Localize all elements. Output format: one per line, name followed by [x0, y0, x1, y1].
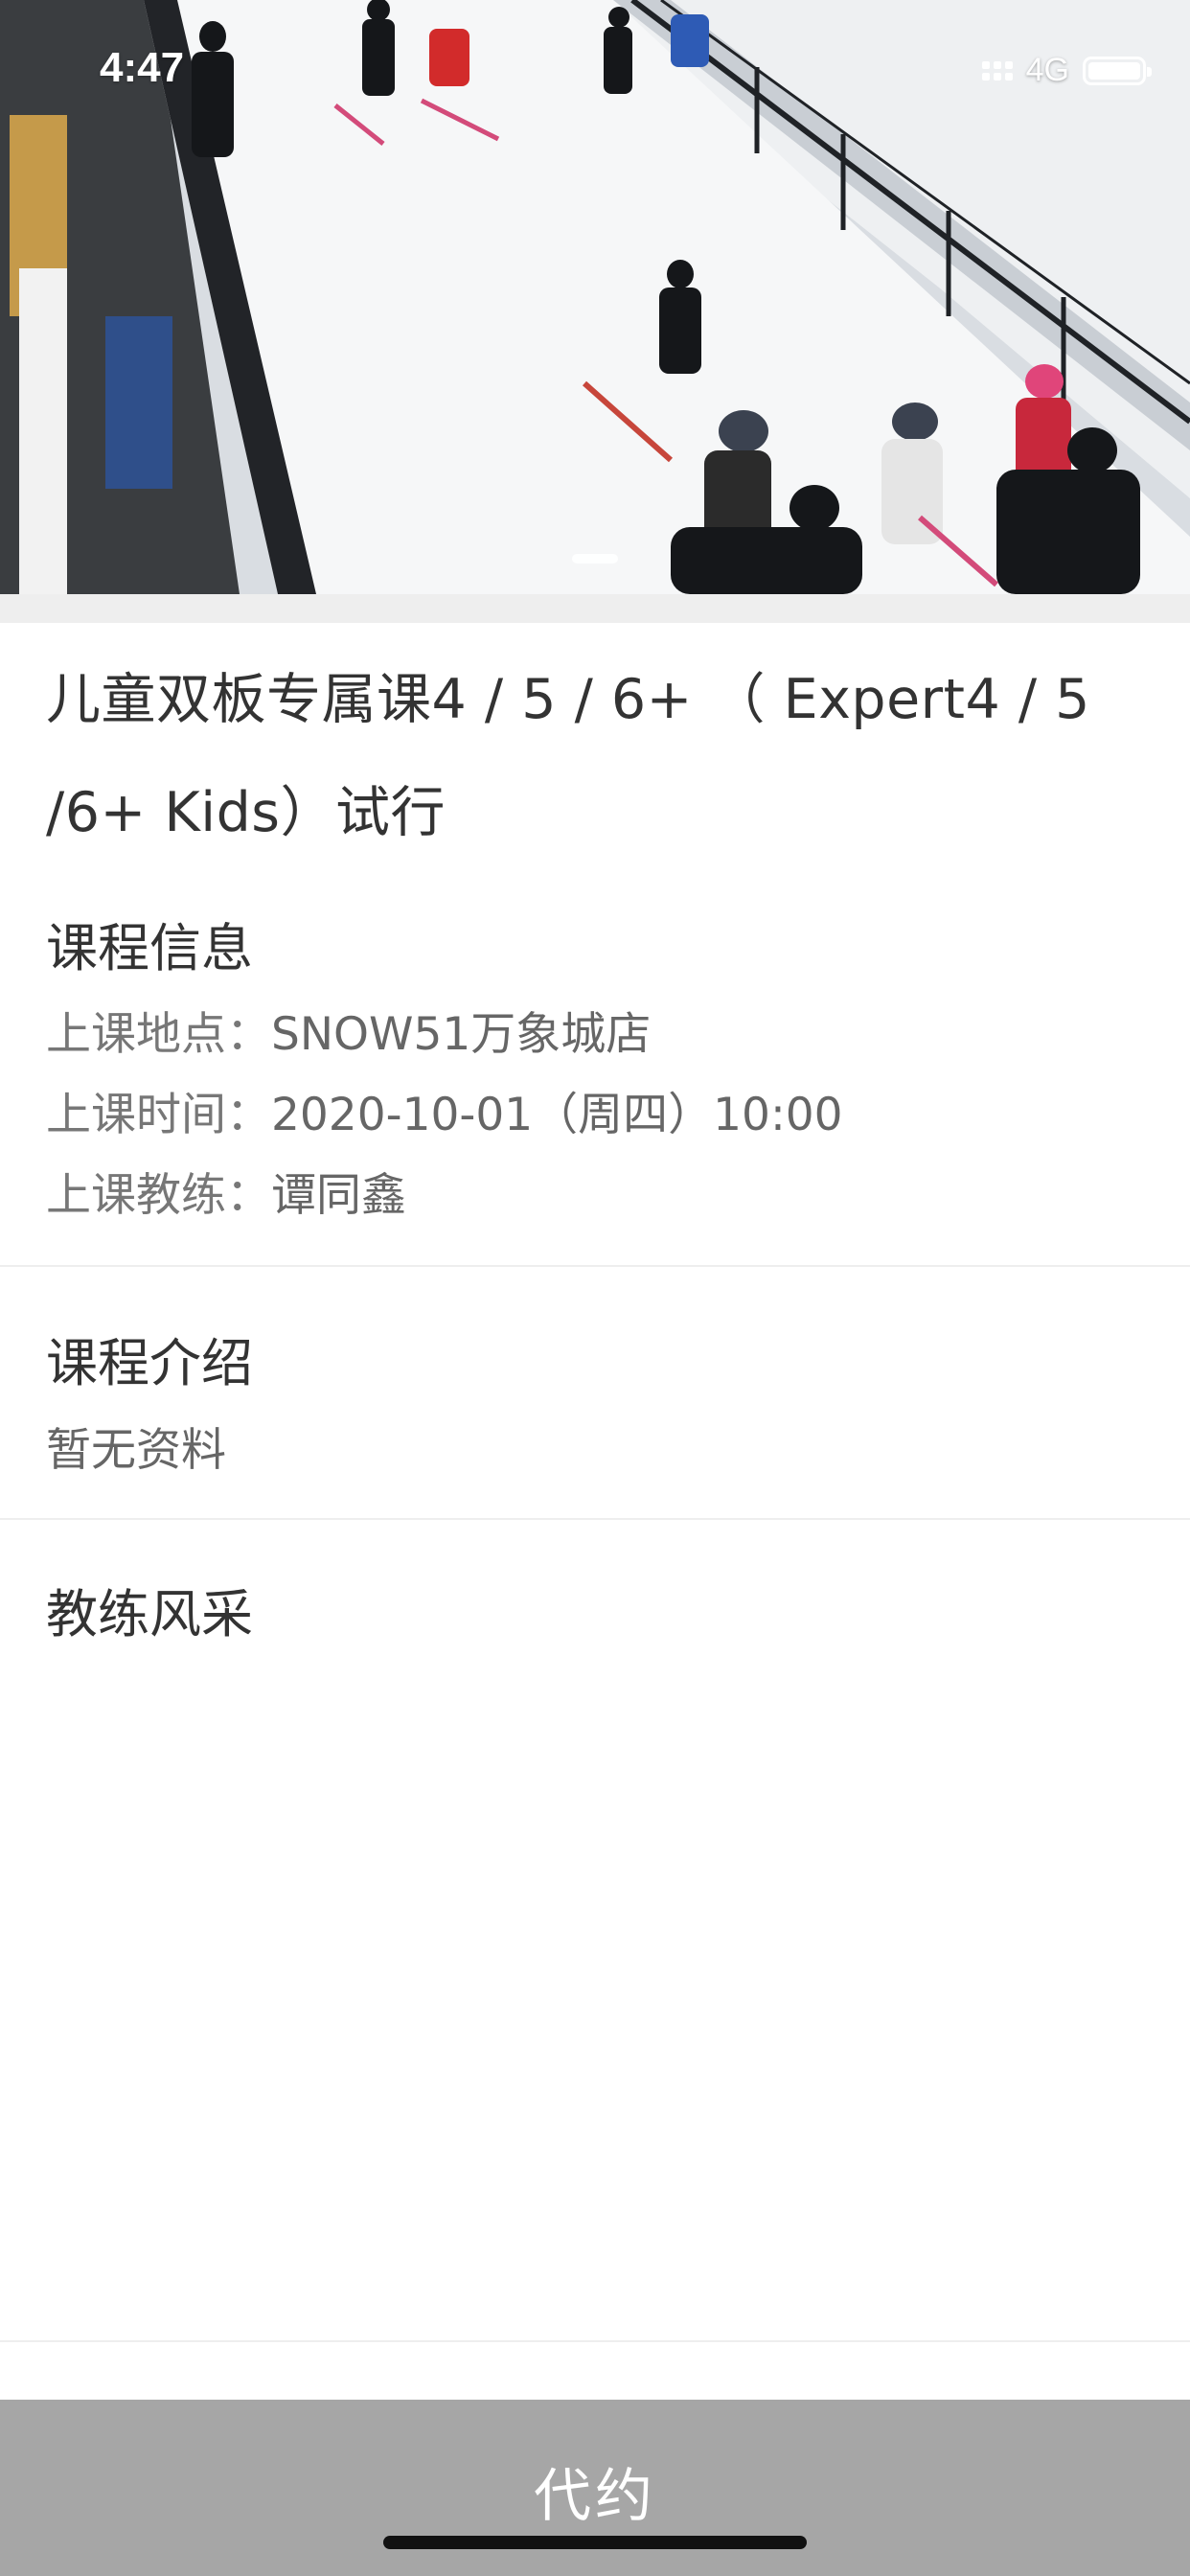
course-title: 儿童双板专属课4 / 5 / 6+ （ Expert4 / 5 /6+ Kids… — [46, 668, 1090, 844]
divider — [0, 2340, 1190, 2342]
coach-value: 谭同鑫 — [271, 1169, 406, 1222]
book-on-behalf-button[interactable]: 代约 — [0, 2400, 1190, 2576]
signal-icon — [981, 60, 1013, 80]
time-row: 上课时间：2020-10-01（周四）10:00 — [46, 1077, 843, 1143]
status-indicators: 4G — [981, 52, 1152, 89]
course-intro-heading: 课程介绍 — [46, 1333, 253, 1393]
carousel-page-indicator[interactable] — [572, 554, 618, 564]
coach-showcase-heading: 教练风采 — [46, 1584, 253, 1644]
status-bar: 4:47 4G — [0, 0, 1190, 134]
course-intro-text: 暂无资料 — [46, 1424, 226, 1477]
time-label: 上课时间： — [46, 1089, 271, 1141]
book-on-behalf-label: 代约 — [534, 2463, 656, 2530]
hero-separator — [0, 594, 1190, 623]
coach-label: 上课教练： — [46, 1169, 271, 1222]
course-detail-page: 4:47 4G 儿童双板专属课4 / 5 / 6+ （ Expert4 / 5 … — [0, 0, 1190, 2576]
coach-row: 上课教练：谭同鑫 — [46, 1158, 406, 1224]
location-label: 上课地点： — [46, 1008, 271, 1061]
location-row: 上课地点：SNOW51万象城店 — [46, 997, 651, 1063]
time-value: 2020-10-01（周四）10:00 — [271, 1089, 843, 1141]
network-type: 4G — [1025, 52, 1069, 88]
course-info-heading: 课程信息 — [46, 918, 253, 978]
status-time: 4:47 — [100, 44, 185, 91]
home-indicator[interactable] — [383, 2536, 807, 2549]
divider — [0, 1518, 1190, 1520]
battery-icon — [1083, 56, 1152, 85]
divider — [0, 1265, 1190, 1267]
location-value: SNOW51万象城店 — [271, 1008, 652, 1061]
